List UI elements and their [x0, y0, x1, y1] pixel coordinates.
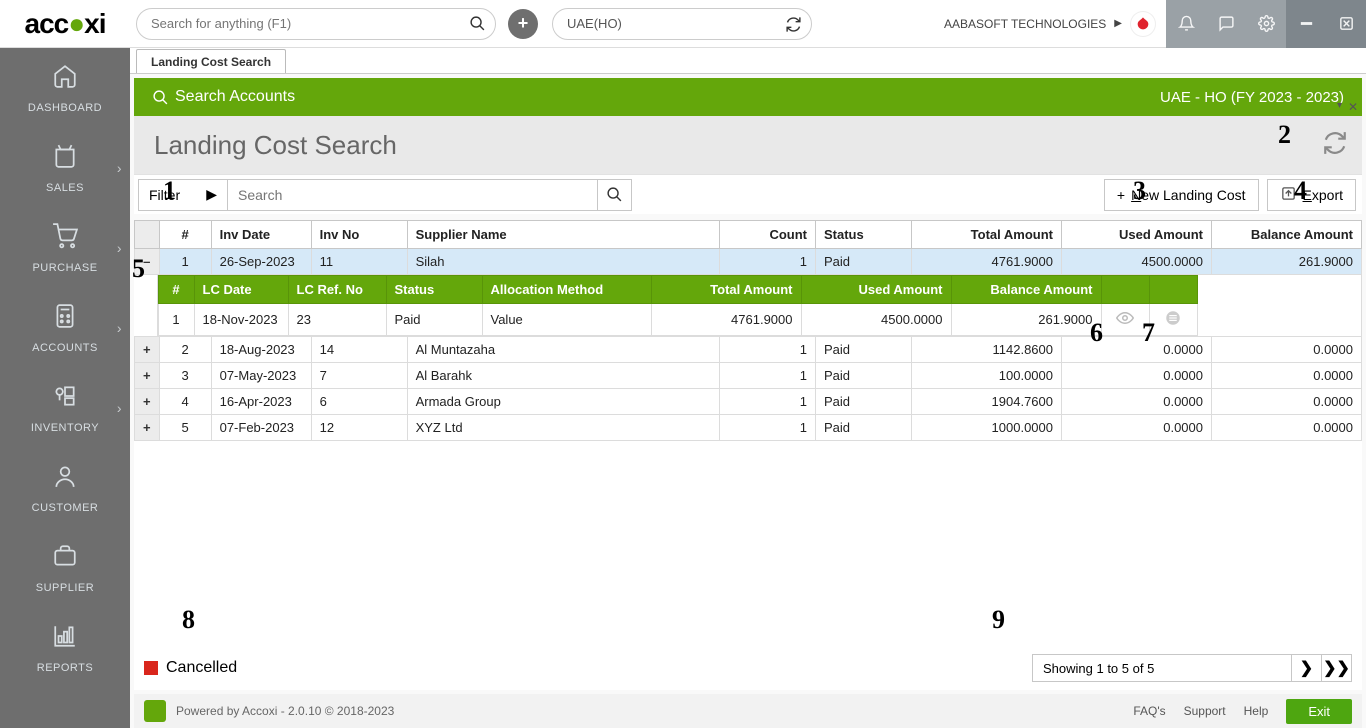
- expand-toggle[interactable]: +: [135, 363, 160, 389]
- sidebar-item-inventory[interactable]: INVENTORY: [0, 368, 130, 448]
- view-icon[interactable]: [1101, 304, 1149, 336]
- tab-landing-cost-search[interactable]: Landing Cost Search: [136, 49, 286, 73]
- grid-header-row: # Inv Date Inv No Supplier Name Count St…: [135, 221, 1362, 249]
- col-invdate[interactable]: Inv Date: [211, 221, 311, 249]
- export-icon: [1280, 185, 1297, 205]
- messages-icon[interactable]: [1206, 0, 1246, 48]
- table-row[interactable]: –126-Sep-202311Silah1Paid4761.90004500.0…: [135, 249, 1362, 275]
- table-row[interactable]: +416-Apr-20236Armada Group1Paid1904.7600…: [135, 389, 1362, 415]
- sidebar-item-sales[interactable]: SALES: [0, 128, 130, 208]
- tab-label: Landing Cost Search: [151, 55, 271, 69]
- sidebar-item-reports[interactable]: REPORTS: [0, 608, 130, 688]
- app-logo: acc●xi: [0, 8, 130, 40]
- search-accounts-label: Search Accounts: [152, 88, 295, 106]
- logo-left: acc: [25, 8, 69, 40]
- support-link[interactable]: Support: [1184, 704, 1226, 718]
- user-icon: [52, 463, 78, 496]
- table-row[interactable]: +218-Aug-202314Al Muntazaha1Paid1142.860…: [135, 337, 1362, 363]
- export-label: Export: [1303, 187, 1343, 203]
- sidebar-label: ACCOUNTS: [32, 342, 98, 354]
- sidebar-item-supplier[interactable]: SUPPLIER: [0, 528, 130, 608]
- legend-label: Cancelled: [166, 659, 237, 677]
- plus-icon: +: [1117, 187, 1125, 203]
- sidebar-item-accounts[interactable]: ACCOUNTS: [0, 288, 130, 368]
- tab-dropdown-icon[interactable]: ▾: [1337, 100, 1342, 111]
- sidebar-label: INVENTORY: [31, 422, 99, 434]
- minimize-window-icon[interactable]: [1286, 0, 1326, 48]
- powered-by-label: Powered by Accoxi - 2.0.10 © 2018-2023: [176, 704, 394, 718]
- sidebar-label: CUSTOMER: [32, 502, 99, 514]
- filter-search-icon[interactable]: [598, 179, 632, 211]
- home-icon: [52, 63, 78, 96]
- sidebar-label: PURCHASE: [32, 262, 97, 274]
- global-search-input[interactable]: [136, 8, 496, 40]
- sub-header-row: #LC DateLC Ref. NoStatusAllocation Metho…: [158, 276, 1197, 304]
- sidebar-label: REPORTS: [37, 662, 93, 674]
- company-name[interactable]: AABASOFT TECHNOLOGIES: [944, 17, 1106, 31]
- help-link[interactable]: Help: [1244, 704, 1269, 718]
- logo-right: xi: [84, 8, 105, 40]
- briefcase-icon: [52, 543, 78, 576]
- menu-icon[interactable]: [1149, 304, 1197, 336]
- notifications-icon[interactable]: [1166, 0, 1206, 48]
- sync-icon[interactable]: [785, 16, 802, 38]
- col-total[interactable]: Total Amount: [912, 221, 1062, 249]
- expand-toggle[interactable]: –: [135, 249, 160, 275]
- settings-icon[interactable]: [1246, 0, 1286, 48]
- sub-table-row[interactable]: 118-Nov-202323PaidValue4761.90004500.000…: [158, 304, 1197, 336]
- new-label: New Landing Cost: [1131, 187, 1245, 203]
- col-invno[interactable]: Inv No: [311, 221, 407, 249]
- legend-swatch: [144, 661, 158, 675]
- play-icon: ▶: [206, 186, 217, 203]
- col-index[interactable]: #: [159, 221, 211, 249]
- next-page-button[interactable]: ❯: [1292, 654, 1322, 682]
- new-landing-cost-button[interactable]: + New Landing Cost: [1104, 179, 1259, 211]
- location-select[interactable]: UAE(HO): [552, 8, 812, 40]
- bag-icon: [52, 143, 78, 176]
- filter-button[interactable]: Filter ▶: [138, 179, 228, 211]
- exit-button[interactable]: Exit: [1286, 699, 1352, 724]
- expand-toggle[interactable]: +: [135, 415, 160, 441]
- search-icon[interactable]: [469, 15, 486, 37]
- main-sidebar: DASHBOARD SALES PURCHASE ACCOUNTS INVENT…: [0, 48, 130, 728]
- page-title: Landing Cost Search: [154, 130, 397, 161]
- sidebar-item-customer[interactable]: CUSTOMER: [0, 448, 130, 528]
- fiscal-year-label: UAE - HO (FY 2023 - 2023): [1160, 89, 1344, 106]
- col-count[interactable]: Count: [720, 221, 816, 249]
- sidebar-label: SUPPLIER: [36, 582, 94, 594]
- sidebar-item-purchase[interactable]: PURCHASE: [0, 208, 130, 288]
- chart-icon: [52, 623, 78, 656]
- expand-toggle[interactable]: +: [135, 337, 160, 363]
- col-status[interactable]: Status: [816, 221, 912, 249]
- logo-o: ●: [68, 8, 84, 40]
- assistant-icon[interactable]: [1130, 11, 1156, 37]
- inventory-icon: [52, 383, 78, 416]
- filter-search-input[interactable]: [228, 179, 598, 211]
- paging-label: Showing 1 to 5 of 5: [1032, 654, 1292, 682]
- expand-toggle[interactable]: +: [135, 389, 160, 415]
- filter-label: Filter: [149, 187, 180, 203]
- table-row[interactable]: +307-May-20237Al Barahk1Paid100.00000.00…: [135, 363, 1362, 389]
- cart-icon: [52, 223, 78, 256]
- close-window-icon[interactable]: [1326, 0, 1366, 48]
- sidebar-label: SALES: [46, 182, 84, 194]
- faq-link[interactable]: FAQ's: [1133, 704, 1165, 718]
- tab-close-icon[interactable]: ✕: [1348, 100, 1358, 114]
- col-used[interactable]: Used Amount: [1062, 221, 1212, 249]
- col-balance[interactable]: Balance Amount: [1212, 221, 1362, 249]
- table-row[interactable]: +507-Feb-202312XYZ Ltd1Paid1000.00000.00…: [135, 415, 1362, 441]
- last-page-button[interactable]: ❯❯: [1322, 654, 1352, 682]
- footer-logo-icon: [144, 700, 166, 722]
- location-label: UAE(HO): [567, 16, 622, 31]
- sidebar-item-dashboard[interactable]: DASHBOARD: [0, 48, 130, 128]
- calculator-icon: [52, 303, 78, 336]
- company-caret-icon: ▶: [1114, 18, 1122, 29]
- export-button[interactable]: Export: [1267, 179, 1356, 211]
- col-supplier[interactable]: Supplier Name: [407, 221, 719, 249]
- refresh-icon[interactable]: [1322, 130, 1348, 161]
- add-button[interactable]: +: [508, 9, 538, 39]
- sidebar-label: DASHBOARD: [28, 102, 102, 114]
